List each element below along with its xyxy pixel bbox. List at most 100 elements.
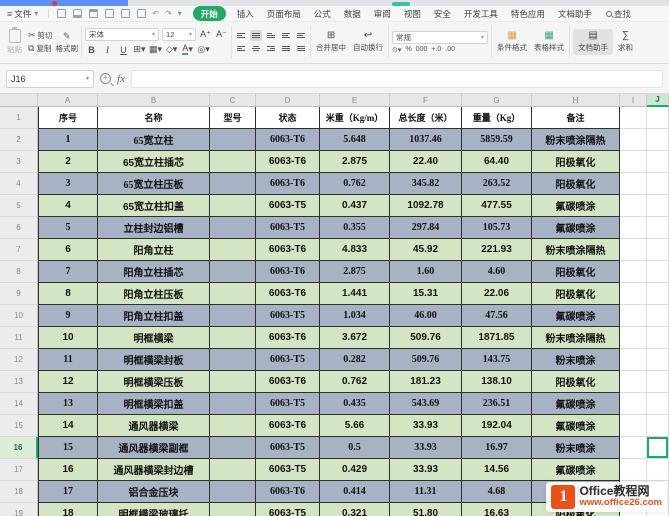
cell[interactable]: 3.672 [320,327,390,349]
cell[interactable] [210,481,256,503]
cell[interactable]: 16.97 [462,437,532,459]
select-all-corner[interactable] [0,94,38,107]
zoom-region-icon[interactable] [100,73,111,84]
cell[interactable] [620,459,647,481]
file-menu[interactable]: ≡ 文件 ▾ [4,8,42,20]
cell[interactable] [620,327,647,349]
cell[interactable]: 0.5 [320,437,390,459]
cell[interactable]: 1871.85 [462,327,532,349]
cell[interactable]: 14 [38,415,98,437]
header-cell[interactable]: 米重（Kg/m） [320,107,390,129]
row-header-1[interactable]: 1 [0,107,38,129]
header-cell[interactable]: 名称 [98,107,210,129]
cell[interactable]: 粉末喷涂隔热 [532,239,620,261]
cell[interactable]: 6063-T6 [256,481,320,503]
cell[interactable]: 氟碳喷涂 [532,415,620,437]
cell[interactable] [647,151,669,173]
formula-input[interactable] [130,69,663,88]
cell[interactable] [210,503,256,516]
cell[interactable]: 0.429 [320,459,390,481]
ribbon-tab[interactable]: 公式 [312,7,333,21]
cell[interactable]: 16 [38,459,98,481]
cell[interactable]: 11 [38,349,98,371]
cell[interactable]: 阳极氧化 [532,371,620,393]
row-header-3[interactable]: 3 [0,151,38,173]
sum-button[interactable]: ∑ 求和 [616,31,635,53]
cell[interactable]: 氟碳喷涂 [532,393,620,415]
paste-button[interactable]: 粘贴 [4,27,25,55]
cell[interactable]: 46.00 [390,305,462,327]
cell[interactable] [210,239,256,261]
row-header-7[interactable]: 7 [0,239,38,261]
copy-button[interactable]: ⧉ 复制 [28,43,53,54]
cell[interactable]: 1.60 [390,261,462,283]
cell[interactable]: 5 [38,217,98,239]
cell[interactable]: 1.441 [320,283,390,305]
cell[interactable] [210,261,256,283]
row-header-5[interactable]: 5 [0,195,38,217]
cell[interactable]: 51.80 [390,503,462,516]
cell[interactable]: 65宽立柱 [98,129,210,151]
cell[interactable]: 氟碳喷涂 [532,195,620,217]
justify-icon[interactable] [280,43,292,54]
row-header-6[interactable]: 6 [0,217,38,239]
cell[interactable]: 粉末喷涂 [532,437,620,459]
row-header-9[interactable]: 9 [0,283,38,305]
row-header-13[interactable]: 13 [0,371,38,393]
header-cell[interactable]: 型号 [210,107,256,129]
cell[interactable] [210,173,256,195]
cell[interactable]: 6063-T6 [256,415,320,437]
ribbon-tab[interactable]: 安全 [432,7,453,21]
column-header-J[interactable]: J [647,94,669,107]
cell[interactable]: 6063-T5 [256,393,320,415]
find-button[interactable]: 查找 [605,8,631,20]
cell[interactable]: 33.93 [390,459,462,481]
cell[interactable]: 阳角立柱扣盖 [98,305,210,327]
cell[interactable]: 6063-T6 [256,239,320,261]
format-painter-button[interactable]: ✎ 格式刷 [56,31,79,54]
save-icon[interactable] [88,9,98,18]
header-cell[interactable]: 总长度（米） [390,107,462,129]
cell[interactable]: 通风器横梁封边槽 [98,459,210,481]
decrease-decimal-button[interactable]: .00 [445,46,455,53]
clear-format-button[interactable]: ◎▾ [197,43,210,56]
cell[interactable] [647,459,669,481]
align-left-icon[interactable] [235,43,247,54]
column-header-C[interactable]: C [210,94,256,107]
cell[interactable] [620,415,647,437]
thousands-button[interactable]: 000 [416,46,428,53]
cell[interactable]: 通风器横梁 [98,415,210,437]
row-header-17[interactable]: 17 [0,459,38,481]
font-size-combo[interactable]: 12 ▾ [162,28,197,41]
font-color-button[interactable]: A ▾ [181,43,194,56]
row-header-12[interactable]: 12 [0,349,38,371]
row-header-18[interactable]: 18 [0,481,38,503]
cell[interactable]: 6063-T5 [256,459,320,481]
cell[interactable]: 阳极氧化 [532,173,620,195]
cell[interactable]: 粉末喷涂隔热 [532,129,620,151]
cell[interactable]: 4.68 [462,481,532,503]
column-header-F[interactable]: F [390,94,462,107]
cell[interactable]: 4.833 [320,239,390,261]
cell[interactable]: 181.23 [390,371,462,393]
cell[interactable] [620,393,647,415]
cell[interactable]: 11.31 [390,481,462,503]
cell[interactable]: 明框横梁压板 [98,371,210,393]
cell[interactable]: 0.414 [320,481,390,503]
increase-decimal-button[interactable]: +.0 [431,46,441,53]
ribbon-tab[interactable]: 特色应用 [509,7,547,21]
fx-icon[interactable]: fx [117,73,125,85]
number-format-combo[interactable]: 常规 ▾ [392,30,489,44]
cell[interactable]: 3 [38,173,98,195]
cell[interactable] [210,349,256,371]
cell[interactable]: 1.034 [320,305,390,327]
italic-button[interactable]: I [101,43,114,56]
cell[interactable]: 10 [38,327,98,349]
cell[interactable] [647,371,669,393]
cell[interactable] [647,327,669,349]
cell[interactable]: 236.51 [462,393,532,415]
cell[interactable]: 通风器横梁副框 [98,437,210,459]
ribbon-tab[interactable]: 视图 [402,7,423,21]
cell[interactable] [210,371,256,393]
cell[interactable]: 阳极氧化 [532,283,620,305]
